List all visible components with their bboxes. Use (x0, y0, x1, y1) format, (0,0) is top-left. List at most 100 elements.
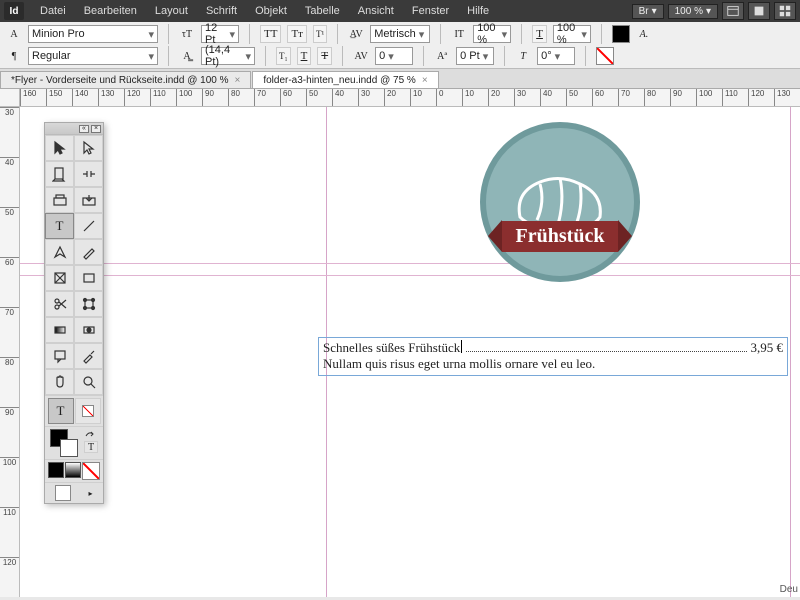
panel-header[interactable]: « × (45, 123, 103, 135)
document-canvas[interactable]: Frühstück Schnelles süßes Frühstück 3,95… (20, 107, 800, 597)
para-format-icon[interactable]: ¶ (6, 48, 22, 64)
pen-tool[interactable] (45, 239, 74, 265)
content-placer-tool[interactable] (74, 187, 103, 213)
fill-stroke-swatch[interactable] (50, 429, 78, 457)
rect-frame-tool[interactable] (45, 265, 74, 291)
apply-gradient-button[interactable] (65, 462, 81, 478)
direct-selection-tool[interactable] (74, 135, 103, 161)
ruler-origin[interactable] (0, 89, 20, 107)
page-tool[interactable] (45, 161, 74, 187)
apply-to-text-button[interactable]: T (48, 398, 74, 424)
close-icon[interactable]: × (91, 125, 101, 133)
menu-item-price: 3,95 € (751, 340, 784, 356)
leading-field[interactable]: (14,4 Pt)▾ (201, 47, 255, 65)
format-container-icon[interactable]: T (84, 441, 98, 453)
superscript-button[interactable]: T¹ (313, 25, 327, 43)
char-format-a-icon[interactable]: A (6, 26, 22, 42)
vscale-field[interactable]: 100 %▾ (473, 25, 511, 43)
ruler-vertical[interactable]: 30405060708090100110120 (0, 107, 20, 597)
subscript-button[interactable]: T₁ (276, 47, 291, 65)
kerning-dropdown[interactable]: Metrisch▾ (370, 25, 430, 43)
underline-t-icon[interactable]: T (532, 25, 547, 43)
strike-button[interactable]: T (317, 47, 332, 65)
selection-tool[interactable] (45, 135, 74, 161)
ruler-horizontal[interactable]: 1601501401301201101009080706050403020100… (20, 89, 800, 107)
status-language: Deu (780, 584, 798, 595)
menu-item-desc: Nullam quis risus eget urna mollis ornar… (323, 356, 783, 372)
apply-color-button[interactable] (48, 462, 64, 478)
hand-tool[interactable] (45, 369, 74, 395)
fill-swatch[interactable] (612, 25, 630, 43)
tab-label: *Flyer - Vorderseite und Rückseite.indd … (11, 75, 228, 86)
baseline-icon: Aª (434, 48, 450, 64)
menu-hilfe[interactable]: Hilfe (459, 3, 497, 19)
apply-none-button[interactable] (82, 462, 100, 480)
font-size-icon: τT (179, 26, 195, 42)
tools-panel[interactable]: « × T T (44, 122, 104, 504)
menu-fenster[interactable]: Fenster (404, 3, 457, 19)
text-cursor (461, 340, 462, 353)
control-panel: A Minion Pro▾ τT 12 Pt▾ TT Tᴛ T¹ A̲V Met… (0, 22, 800, 69)
menu-ansicht[interactable]: Ansicht (350, 3, 402, 19)
hscale-field[interactable]: 100 %▾ (553, 25, 591, 43)
text-frame[interactable]: Schnelles süßes Frühstück 3,95 € Nullam … (318, 337, 788, 376)
line-tool[interactable] (74, 213, 103, 239)
char-style-a-icon[interactable]: A. (636, 26, 652, 42)
screen-mode-icon[interactable] (748, 2, 770, 20)
menu-objekt[interactable]: Objekt (247, 3, 295, 19)
menu-item-title: Schnelles süßes Frühstück (323, 340, 460, 356)
menu-bar: Id Datei Bearbeiten Layout Schrift Objek… (0, 0, 800, 22)
ruler-guide[interactable] (20, 275, 800, 276)
scissors-tool[interactable] (45, 291, 74, 317)
bridge-button[interactable]: Br▾ (632, 4, 664, 19)
badge-graphic[interactable]: Frühstück (450, 122, 670, 282)
baseline-field[interactable]: 0 Pt▾ (456, 47, 494, 65)
gradient-swatch-tool[interactable] (45, 317, 74, 343)
tab-label: folder-a3-hinten_neu.indd @ 75 % (263, 75, 415, 86)
type-tool[interactable]: T (45, 213, 74, 239)
font-family-dropdown[interactable]: Minion Pro▾ (28, 25, 158, 43)
underline-button[interactable]: T (297, 47, 312, 65)
zoom-level-dropdown[interactable]: 100 %▾ (668, 4, 718, 19)
doc-tab-flyer[interactable]: *Flyer - Vorderseite und Rückseite.indd … (0, 71, 251, 88)
ruler-guide[interactable] (20, 263, 800, 264)
swap-fill-stroke-icon[interactable] (84, 429, 96, 439)
menu-bearbeiten[interactable]: Bearbeiten (76, 3, 145, 19)
rectangle-tool[interactable] (74, 265, 103, 291)
menu-layout[interactable]: Layout (147, 3, 196, 19)
content-collector-tool[interactable] (45, 187, 74, 213)
smallcaps-button[interactable]: Tᴛ (287, 25, 307, 43)
font-style-dropdown[interactable]: Regular▾ (28, 47, 158, 65)
kerning-icon: A̲V (348, 26, 364, 42)
eyedropper-tool[interactable] (74, 343, 103, 369)
skew-field[interactable]: 0°▾ (537, 47, 575, 65)
zoom-tool[interactable] (74, 369, 103, 395)
close-icon[interactable]: × (422, 75, 428, 86)
allcaps-button[interactable]: TT (260, 25, 281, 43)
view-mode-arrow-icon[interactable]: ▸ (88, 489, 92, 498)
pencil-tool[interactable] (74, 239, 103, 265)
close-icon[interactable]: × (234, 75, 240, 86)
view-mode-normal-icon[interactable] (55, 485, 71, 501)
menu-schrift[interactable]: Schrift (198, 3, 245, 19)
arrange-docs-icon[interactable] (774, 2, 796, 20)
swap-default-button[interactable] (75, 398, 101, 424)
stroke-swatch-none[interactable] (596, 47, 614, 65)
menu-tabelle[interactable]: Tabelle (297, 3, 348, 19)
menu-item-row: Schnelles süßes Frühstück 3,95 € (323, 340, 783, 356)
menu-datei[interactable]: Datei (32, 3, 74, 19)
note-tool[interactable] (45, 343, 74, 369)
vscale-icon: IT (451, 26, 467, 42)
gap-tool[interactable] (74, 161, 103, 187)
tracking-field[interactable]: 0▾ (375, 47, 413, 65)
app-logo-icon: Id (4, 2, 24, 20)
badge-circle (480, 122, 640, 282)
gradient-feather-tool[interactable] (74, 317, 103, 343)
doc-tab-folder[interactable]: folder-a3-hinten_neu.indd @ 75 % × (252, 71, 438, 88)
view-options-icon[interactable] (722, 2, 744, 20)
collapse-icon[interactable]: « (79, 125, 89, 133)
free-transform-tool[interactable] (74, 291, 103, 317)
font-size-field[interactable]: 12 Pt▾ (201, 25, 239, 43)
workspace: 1601501401301201101009080706050403020100… (0, 89, 800, 597)
ribbon-banner: Frühstück (488, 220, 633, 252)
